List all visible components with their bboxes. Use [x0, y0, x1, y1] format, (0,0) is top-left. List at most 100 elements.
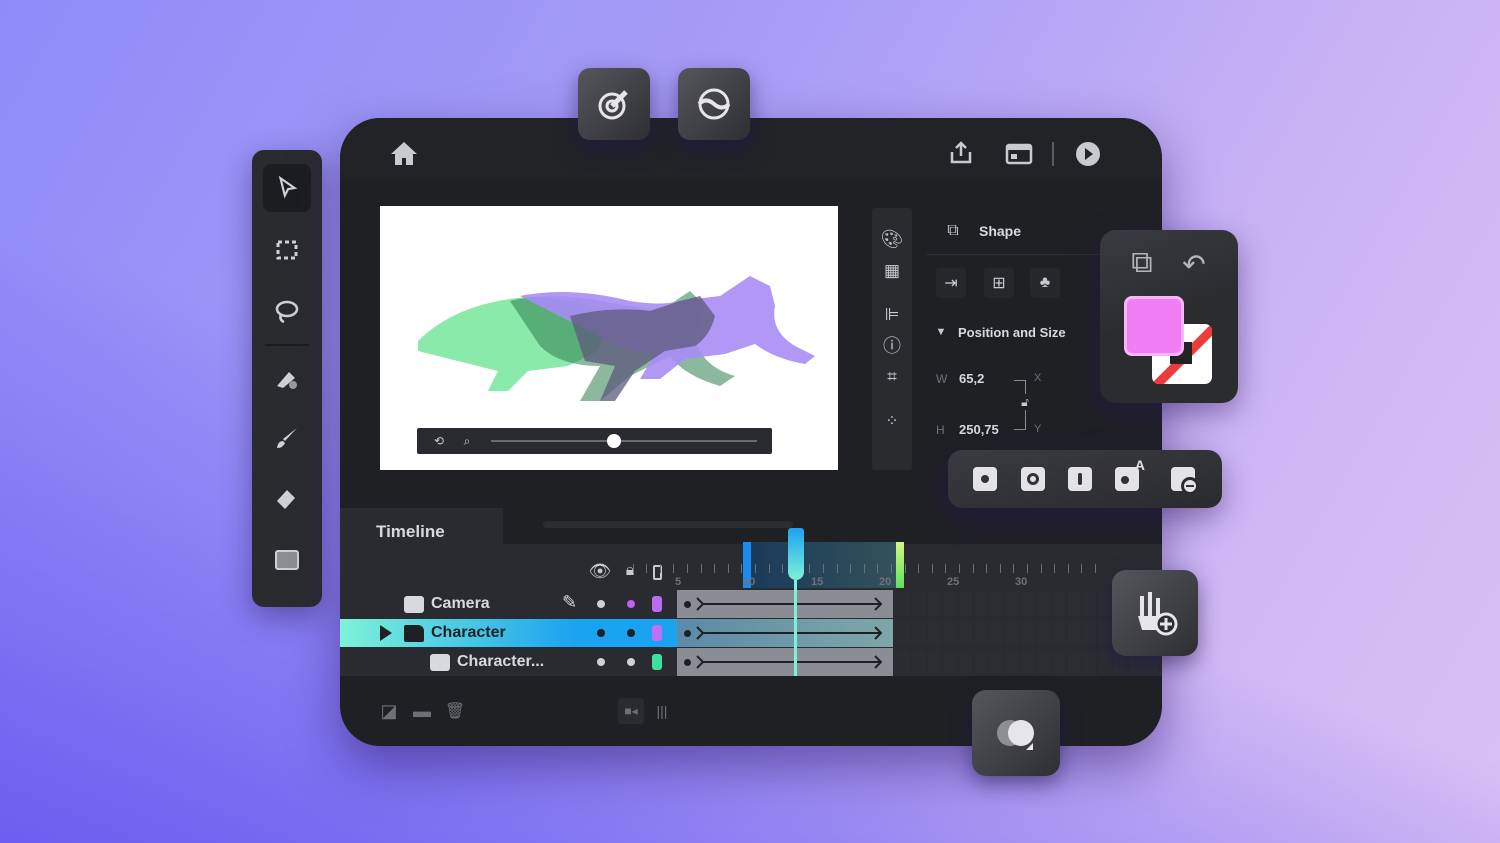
frame-cell[interactable] — [897, 592, 910, 616]
frame-cell[interactable] — [1036, 592, 1050, 616]
layer-color-chip[interactable] — [652, 625, 662, 641]
frame-cell[interactable] — [1036, 621, 1050, 645]
swap-colors-icon[interactable]: ↶ — [1176, 246, 1212, 282]
frame-cell[interactable] — [1098, 650, 1112, 674]
layer-name[interactable]: Character — [431, 624, 506, 642]
chevron-down-icon[interactable]: ▼ — [934, 325, 948, 339]
palette-icon[interactable]: 🎨︎ — [880, 228, 904, 250]
add-brush-button[interactable] — [1112, 570, 1198, 656]
frame-cell[interactable] — [943, 592, 957, 616]
tween-track[interactable] — [677, 648, 893, 676]
new-folder-icon[interactable]: ▬ — [410, 700, 434, 722]
lock-ratio-icon[interactable]: 🔓︎ — [1018, 394, 1032, 410]
timeline-ruler[interactable]: 5 10 15 20 25 30 — [632, 532, 1162, 588]
stroke-width-icon[interactable] — [1068, 467, 1092, 491]
lock-dot[interactable] — [627, 629, 635, 637]
frame-cell[interactable] — [974, 621, 988, 645]
remove-fill-icon[interactable] — [1171, 467, 1199, 495]
fill-only-icon[interactable] — [973, 467, 997, 491]
frame-cell[interactable] — [1021, 592, 1034, 616]
timeline-scrollbar[interactable] — [543, 521, 793, 528]
stage-canvas[interactable]: ⟲ ⌕ — [380, 206, 838, 470]
position-size-header[interactable]: Position and Size — [958, 325, 1066, 340]
frame-cell[interactable] — [1067, 592, 1081, 616]
play-icon[interactable] — [1074, 140, 1102, 168]
lasso-icon[interactable] — [263, 288, 311, 336]
fill-color-swatch[interactable] — [1124, 296, 1184, 356]
share-icon[interactable] — [946, 138, 976, 168]
frame-cell[interactable] — [959, 592, 972, 616]
frame-cell[interactable] — [943, 650, 957, 674]
window-icon[interactable] — [1004, 140, 1034, 168]
convert-icon[interactable]: ♣ — [1030, 268, 1060, 298]
frame-cell[interactable] — [943, 621, 957, 645]
layer-row-layer[interactable]: Character... — [340, 648, 677, 676]
playhead[interactable] — [787, 528, 804, 676]
trim-icon[interactable]: ⇥ — [936, 268, 966, 298]
frame-cell[interactable] — [990, 621, 1003, 645]
stroke-only-icon[interactable] — [1021, 467, 1045, 491]
frame-cell[interactable] — [912, 650, 926, 674]
frame-cell[interactable] — [1052, 650, 1065, 674]
frame-cell[interactable] — [1052, 621, 1065, 645]
frame-cell[interactable] — [1083, 592, 1096, 616]
frame-cell[interactable] — [1052, 592, 1065, 616]
pencil-icon[interactable]: ✎ — [562, 592, 577, 613]
frame-cell[interactable] — [1005, 621, 1019, 645]
loop-icon[interactable]: ⟲ — [429, 432, 449, 450]
lock-dot[interactable] — [627, 600, 635, 608]
frame-cell[interactable] — [1083, 621, 1096, 645]
tween-track[interactable] — [677, 590, 893, 618]
frame-cell[interactable] — [1021, 621, 1034, 645]
frame-cell[interactable] — [974, 592, 988, 616]
home-icon[interactable] — [388, 138, 420, 168]
frame-cell[interactable] — [990, 592, 1003, 616]
layer-row-camera[interactable]: Camera ✎ — [340, 590, 677, 618]
frame-cell[interactable] — [1098, 621, 1112, 645]
frame-cell[interactable] — [897, 621, 910, 645]
range-end-marker[interactable] — [895, 542, 904, 588]
smooth-stroke-button[interactable] — [678, 68, 750, 140]
visibility-dot[interactable] — [597, 600, 605, 608]
align-icon[interactable]: ⊫ — [880, 304, 904, 326]
expand-arrow-icon[interactable] — [380, 625, 392, 641]
lock-icon[interactable]: 🔒︎ — [620, 561, 640, 581]
brush-target-button[interactable] — [578, 68, 650, 140]
paint-bucket-icon[interactable] — [263, 354, 311, 402]
rectangle-icon[interactable] — [263, 536, 311, 584]
frame-cell[interactable] — [1005, 650, 1019, 674]
brush-icon[interactable] — [263, 414, 311, 462]
keyframe-dot[interactable] — [684, 630, 691, 637]
layer-color-chip[interactable] — [652, 596, 662, 612]
width-value[interactable]: 65,2 — [959, 371, 984, 386]
select-arrow-icon[interactable] — [263, 164, 311, 212]
bounds-icon[interactable]: ⌗ — [880, 366, 904, 388]
visibility-dot[interactable] — [597, 629, 605, 637]
frame-cell[interactable] — [1005, 592, 1019, 616]
columns-icon[interactable]: ||| — [652, 700, 672, 722]
trash-icon[interactable]: 🗑︎ — [444, 700, 466, 722]
transform-icon[interactable] — [263, 226, 311, 274]
symbol-icon[interactable]: ⊞ — [984, 268, 1014, 298]
frame-cell[interactable] — [990, 650, 1003, 674]
height-value[interactable]: 250,75 — [959, 422, 999, 437]
layer-name[interactable]: Character... — [457, 653, 544, 671]
frame-cell[interactable] — [959, 621, 972, 645]
arrange-icon[interactable]: ⧉ — [1122, 244, 1162, 282]
lock-dot[interactable] — [627, 658, 635, 666]
grid-icon[interactable]: ▦ — [880, 260, 904, 282]
frame-cell[interactable] — [959, 650, 972, 674]
eraser-icon[interactable] — [263, 474, 311, 522]
frame-cell[interactable] — [897, 650, 910, 674]
dots-icon[interactable]: ⁘ — [880, 410, 904, 432]
camera-zoom-icon[interactable]: ⌕ — [457, 432, 477, 450]
scrub-handle[interactable] — [607, 434, 621, 448]
frame-cell[interactable] — [1083, 650, 1096, 674]
frame-cell[interactable] — [1021, 650, 1034, 674]
frame-cell[interactable] — [1036, 650, 1050, 674]
layer-color-chip[interactable] — [652, 654, 662, 670]
frame-cell[interactable] — [912, 621, 926, 645]
frame-cell[interactable] — [1067, 650, 1081, 674]
frame-cell[interactable] — [928, 621, 941, 645]
info-icon[interactable]: ⓘ — [880, 334, 904, 356]
